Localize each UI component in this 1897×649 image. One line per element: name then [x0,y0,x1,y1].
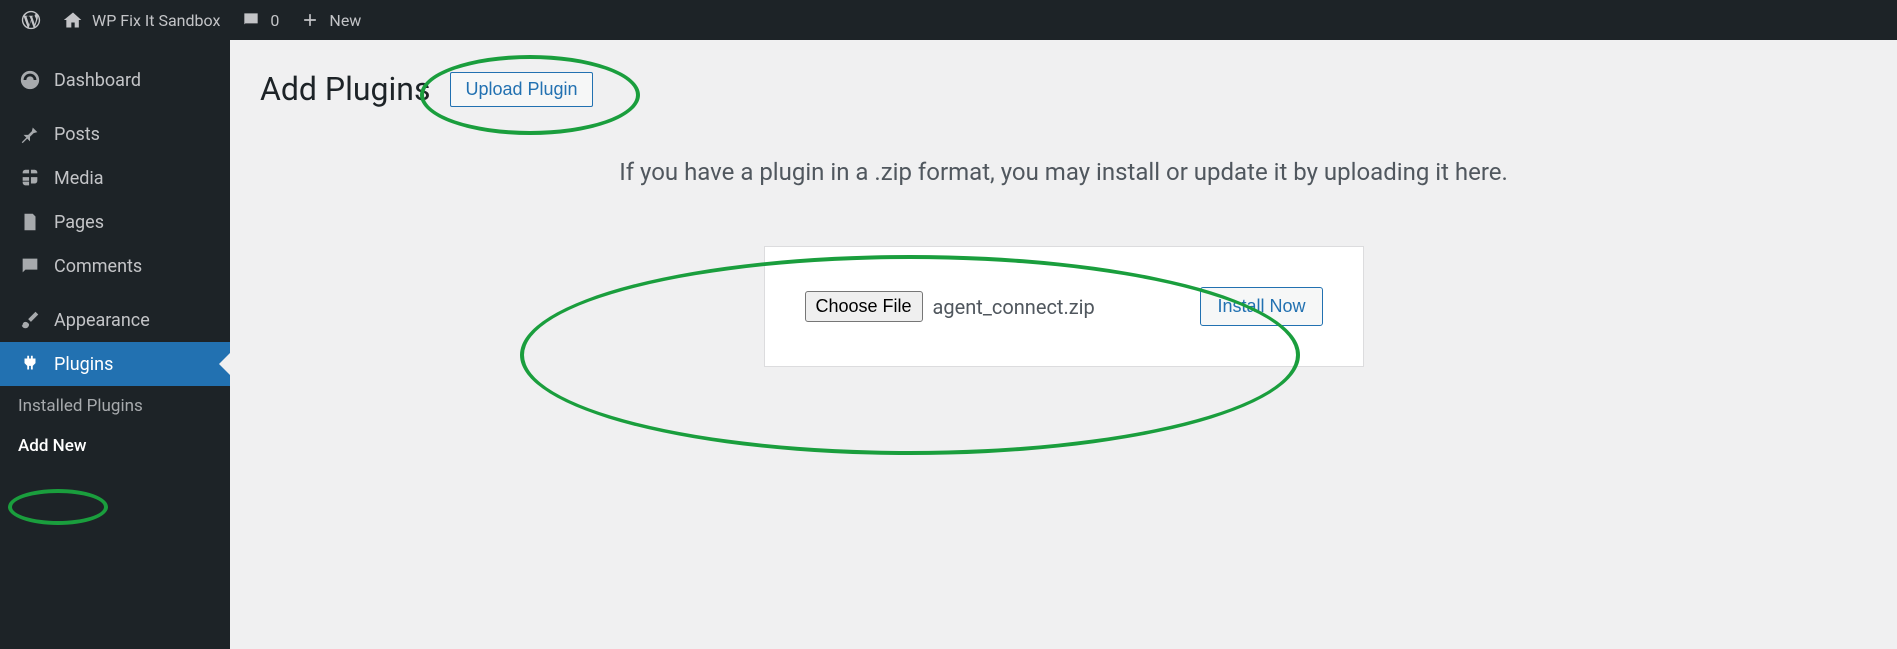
sidebar-label: Pages [54,212,104,233]
page-header: Add Plugins Upload Plugin [260,70,1867,108]
sidebar-item-dashboard[interactable]: Dashboard [0,58,230,102]
comments-link[interactable]: 0 [230,0,289,40]
site-title: WP Fix It Sandbox [92,11,220,30]
plus-icon [299,9,321,31]
brush-icon [18,308,42,332]
wordpress-logo-link[interactable] [10,0,52,40]
new-label: New [329,11,361,30]
sidebar-label: Posts [54,124,100,145]
comments-icon [18,254,42,278]
sidebar-label: Dashboard [54,70,141,91]
wordpress-logo-icon [20,9,42,31]
selected-file-name: agent_connect.zip [933,295,1095,319]
sidebar-item-media[interactable]: Media [0,156,230,200]
upload-description: If you have a plugin in a .zip format, y… [260,158,1867,186]
upload-form-box: Choose File agent_connect.zip Install No… [764,246,1364,367]
file-input-section: Choose File agent_connect.zip [805,291,1095,322]
plugin-icon [18,352,42,376]
comment-count: 0 [270,11,279,30]
admin-sidebar: Dashboard Posts Media Pages Comments App… [0,40,230,649]
pin-icon [18,122,42,146]
sidebar-label: Appearance [54,310,150,331]
sidebar-subitem-add-new[interactable]: Add New [0,426,230,466]
sidebar-item-appearance[interactable]: Appearance [0,298,230,342]
media-icon [18,166,42,190]
sidebar-item-posts[interactable]: Posts [0,112,230,156]
admin-bar: WP Fix It Sandbox 0 New [0,0,1897,40]
upload-plugin-button[interactable]: Upload Plugin [450,72,592,107]
sidebar-item-comments[interactable]: Comments [0,244,230,288]
comment-icon [240,9,262,31]
dashboard-icon [18,68,42,92]
sidebar-subitem-installed-plugins[interactable]: Installed Plugins [0,386,230,426]
choose-file-button[interactable]: Choose File [805,291,923,322]
sidebar-sublabel: Add New [18,436,86,456]
new-content-link[interactable]: New [289,0,371,40]
main-content: Add Plugins Upload Plugin If you have a … [230,40,1897,649]
home-icon [62,9,84,31]
pages-icon [18,210,42,234]
sidebar-sublabel: Installed Plugins [18,396,143,416]
sidebar-label: Media [54,168,104,189]
install-now-button[interactable]: Install Now [1200,287,1322,326]
sidebar-item-plugins[interactable]: Plugins [0,342,230,386]
page-title: Add Plugins [260,70,430,108]
sidebar-label: Comments [54,256,142,277]
site-home-link[interactable]: WP Fix It Sandbox [52,0,230,40]
sidebar-label: Plugins [54,354,113,375]
sidebar-item-pages[interactable]: Pages [0,200,230,244]
